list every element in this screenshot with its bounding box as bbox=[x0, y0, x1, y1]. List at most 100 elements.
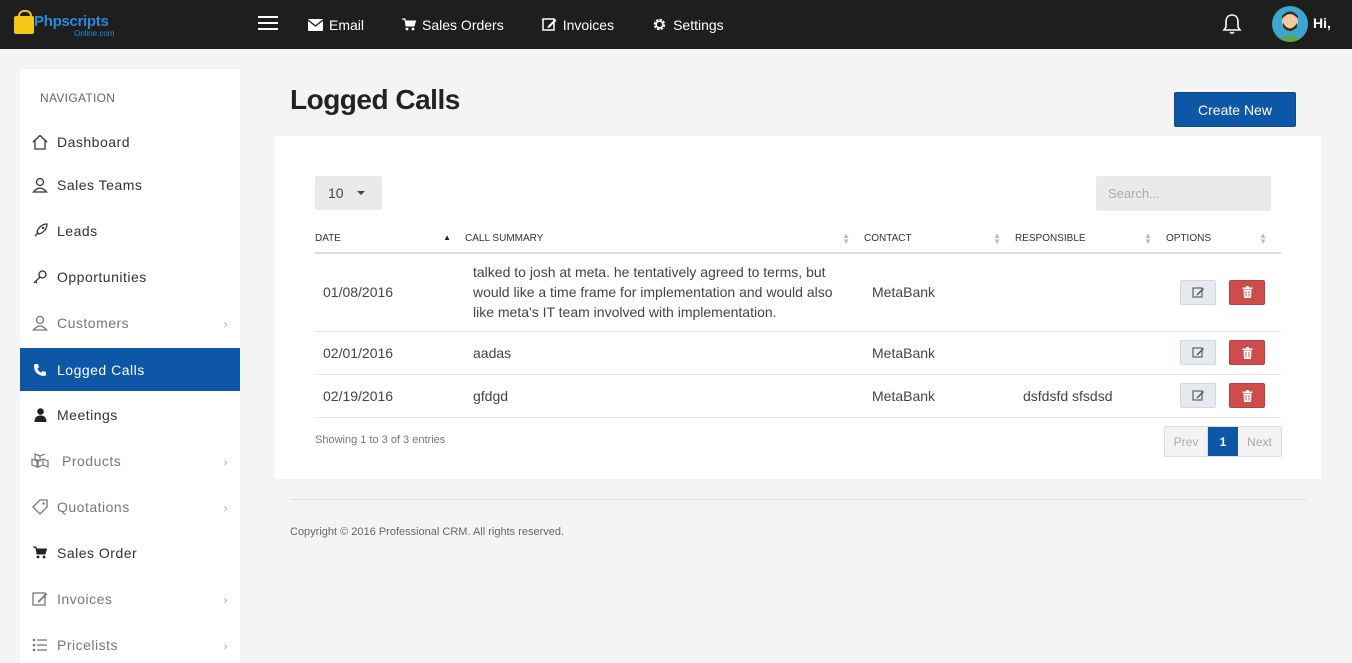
sidebar-item-label: Sales Order bbox=[57, 544, 138, 561]
delete-button[interactable] bbox=[1229, 279, 1265, 305]
top-nav-email[interactable]: Email bbox=[308, 17, 364, 33]
trash-icon bbox=[1242, 389, 1252, 402]
top-nav-invoices-label: Invoices bbox=[562, 16, 615, 33]
column-header-label: RESPONSIBLE bbox=[1015, 233, 1086, 244]
sidebar-item-logged-calls[interactable]: Logged Calls bbox=[20, 348, 240, 391]
chevron-right-icon: › bbox=[223, 455, 228, 469]
sidebar-heading: NAVIGATION bbox=[40, 91, 116, 105]
logo-text: Phpscripts bbox=[34, 13, 109, 30]
table-info: Showing 1 to 3 of 3 entries bbox=[315, 434, 446, 446]
hamburger-menu-icon[interactable] bbox=[258, 16, 278, 30]
footer-copyright: Copyright © 2016 Professional CRM. All r… bbox=[290, 526, 565, 538]
tag-icon bbox=[30, 498, 50, 515]
chevron-right-icon: › bbox=[223, 501, 228, 515]
sidebar-item-meetings[interactable]: Meetings bbox=[20, 393, 240, 436]
logo-subtext: Online.com bbox=[74, 29, 115, 38]
edit-icon bbox=[30, 591, 50, 607]
user-greeting[interactable]: Hi, bbox=[1313, 15, 1331, 31]
sort-icon: ▲ ▼ bbox=[842, 231, 850, 246]
pagination-prev[interactable]: Prev bbox=[1165, 427, 1208, 456]
page-length-value: 10 bbox=[328, 185, 344, 201]
column-header-label: CALL SUMMARY bbox=[465, 233, 544, 244]
column-header-call-summary[interactable]: CALL SUMMARY ▲ ▼ bbox=[465, 225, 864, 254]
sort-icon: ▲ ▼ bbox=[1144, 231, 1152, 246]
sidebar-item-label: Logged Calls bbox=[57, 361, 145, 378]
responsible-cell bbox=[1015, 253, 1166, 332]
sidebar-item-label: Pricelists bbox=[57, 636, 119, 653]
pagination: Prev 1 Next bbox=[1164, 426, 1282, 457]
column-header-label: DATE bbox=[315, 233, 341, 244]
column-header-options[interactable]: OPTIONS ▲ ▼ bbox=[1166, 225, 1281, 254]
edit-icon bbox=[541, 17, 557, 32]
top-nav-email-label: Email bbox=[329, 16, 365, 33]
top-nav-sales-orders[interactable]: Sales Orders bbox=[402, 17, 504, 33]
sidebar-item-customers[interactable]: Customers › bbox=[20, 301, 240, 344]
sidebar-item-label: Meetings bbox=[57, 406, 118, 423]
search-input[interactable] bbox=[1096, 176, 1271, 211]
cart-icon bbox=[30, 546, 50, 559]
sidebar-item-sales-order[interactable]: Sales Order bbox=[20, 531, 240, 574]
contact-cell: MetaBank bbox=[864, 374, 1015, 418]
table-row: 01/08/2016 talked to josh at meta. he te… bbox=[315, 253, 1281, 332]
sidebar-item-sales-teams[interactable]: Sales Teams bbox=[20, 163, 240, 206]
cart-icon bbox=[402, 18, 417, 31]
column-header-responsible[interactable]: RESPONSIBLE ▲ ▼ bbox=[1015, 225, 1166, 254]
pagination-page-current[interactable]: 1 bbox=[1208, 427, 1238, 456]
sidebar-item-label: Dashboard bbox=[57, 133, 130, 150]
gear-icon bbox=[652, 17, 667, 32]
sidebar: NAVIGATION Dashboard Sales Teams Leads O… bbox=[20, 69, 240, 663]
summary-cell: talked to josh at meta. he tentatively a… bbox=[465, 253, 864, 332]
sidebar-item-quotations[interactable]: Quotations › bbox=[20, 485, 240, 528]
date-cell: 01/08/2016 bbox=[315, 253, 465, 332]
sidebar-item-invoices[interactable]: Invoices › bbox=[20, 577, 240, 620]
trash-icon bbox=[1242, 286, 1252, 299]
edit-icon bbox=[1191, 390, 1204, 401]
options-cell bbox=[1166, 374, 1281, 418]
top-nav-sales-orders-label: Sales Orders bbox=[422, 16, 504, 33]
responsible-cell: dsfdsfd sfsdsd bbox=[1015, 374, 1166, 418]
edit-icon bbox=[1191, 347, 1204, 358]
summary-cell: gfdgd bbox=[465, 374, 864, 418]
sidebar-item-opportunities[interactable]: Opportunities bbox=[20, 255, 240, 298]
bell-icon[interactable] bbox=[1222, 13, 1242, 40]
top-nav-invoices[interactable]: Invoices bbox=[541, 16, 615, 33]
edit-button[interactable] bbox=[1180, 279, 1216, 305]
person-icon bbox=[30, 407, 50, 422]
sort-icon: ▲ ▼ bbox=[993, 231, 1001, 246]
column-header-contact[interactable]: CONTACT ▲ ▼ bbox=[864, 225, 1015, 254]
responsible-cell bbox=[1015, 331, 1166, 375]
user-icon bbox=[30, 315, 50, 331]
delete-button[interactable] bbox=[1229, 340, 1265, 365]
create-new-button[interactable]: Create New bbox=[1174, 92, 1296, 127]
table-row: 02/19/2016 gfdgd MetaBank dsfdsfd sfsdsd bbox=[315, 374, 1281, 418]
rocket-icon bbox=[30, 222, 50, 239]
sidebar-item-label: Quotations bbox=[57, 498, 130, 515]
sidebar-item-label: Sales Teams bbox=[57, 176, 143, 193]
sidebar-item-leads[interactable]: Leads bbox=[20, 209, 240, 252]
caret-down-icon bbox=[357, 191, 365, 195]
date-cell: 02/01/2016 bbox=[315, 331, 465, 375]
edit-button[interactable] bbox=[1180, 383, 1216, 408]
top-nav: Email Sales Orders Invoices Settings bbox=[308, 0, 762, 49]
edit-button[interactable] bbox=[1180, 340, 1216, 365]
logo[interactable]: Phpscripts Online.com bbox=[14, 10, 114, 40]
contact-cell: MetaBank bbox=[864, 331, 1015, 375]
top-nav-settings[interactable]: Settings bbox=[652, 17, 724, 33]
sidebar-item-label: Customers bbox=[57, 314, 130, 331]
logged-calls-table: DATE ▲ CALL SUMMARY ▲ ▼ CONTACT ▲ ▼ RESPONSIB… bbox=[315, 225, 1281, 418]
date-cell: 02/19/2016 bbox=[315, 374, 465, 418]
top-nav-settings-label: Settings bbox=[673, 16, 724, 33]
avatar[interactable] bbox=[1272, 6, 1308, 42]
options-cell bbox=[1166, 253, 1281, 332]
sidebar-item-products[interactable]: Products › bbox=[20, 439, 240, 482]
table-card: 10 DATE ▲ CALL SUMMARY ▲▼ CONTACT ▲▼ RESPON… bbox=[275, 136, 1321, 479]
column-header-label: OPTIONS bbox=[1166, 233, 1212, 244]
pagination-next[interactable]: Next bbox=[1238, 427, 1281, 456]
sidebar-item-dashboard[interactable]: Dashboard bbox=[20, 120, 240, 163]
sidebar-item-pricelists[interactable]: Pricelists › bbox=[20, 623, 240, 663]
delete-button[interactable] bbox=[1229, 383, 1265, 408]
shopping-bag-icon bbox=[14, 10, 34, 34]
page-length-select[interactable]: 10 bbox=[315, 176, 382, 210]
column-header-date[interactable]: DATE ▲ bbox=[315, 225, 465, 254]
footer-divider bbox=[290, 499, 1306, 500]
